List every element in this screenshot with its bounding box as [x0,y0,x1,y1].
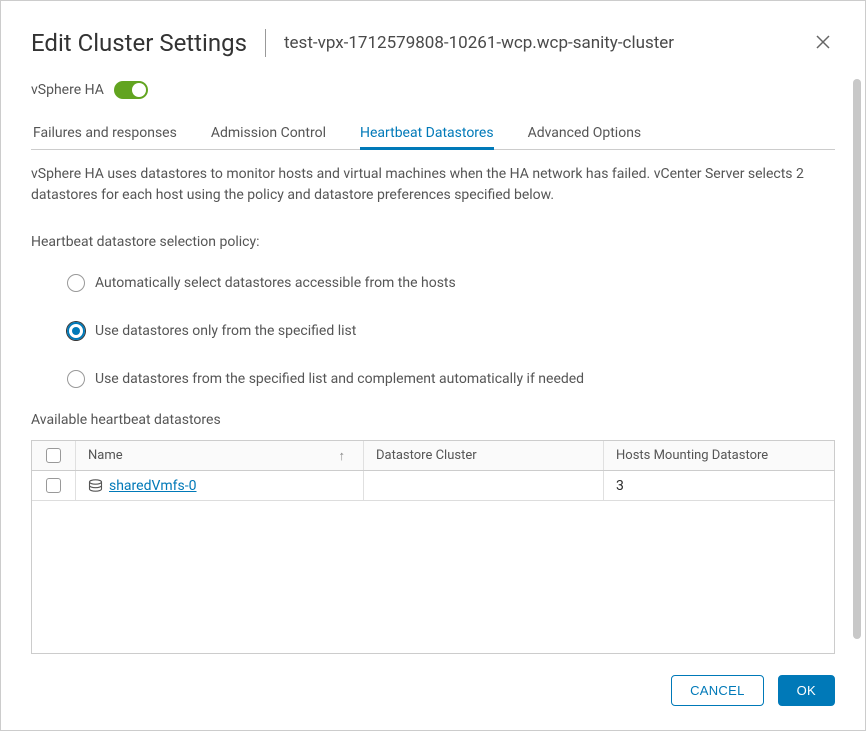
column-title: Hosts Mounting Datastore [616,448,768,463]
radio-option-auto[interactable]: Automatically select datastores accessib… [67,274,835,292]
radio-icon [67,274,85,292]
cancel-button[interactable]: CANCEL [671,675,764,706]
radio-option-complement[interactable]: Use datastores from the specified list a… [67,370,835,388]
column-cluster-header[interactable]: Datastore Cluster [364,441,604,470]
cell-value: 3 [616,478,624,494]
radio-label: Use datastores from the specified list a… [95,371,584,387]
datastore-link[interactable]: sharedVmfs-0 [109,478,197,494]
table-empty-area [32,501,834,653]
tab-heartbeat-datastores[interactable]: Heartbeat Datastores [360,117,494,149]
description-text: vSphere HA uses datastores to monitor ho… [31,164,835,206]
divider [265,29,266,57]
vsphere-ha-toggle[interactable] [114,81,148,99]
radio-icon [67,322,85,340]
table-row[interactable]: sharedVmfs-0 3 [32,471,834,501]
tab-bar: Failures and responses Admission Control… [31,117,835,150]
radio-option-specified[interactable]: Use datastores only from the specified l… [67,322,835,340]
policy-label: Heartbeat datastore selection policy: [31,234,835,250]
dialog-footer: CANCEL OK [31,655,835,730]
column-name-header[interactable]: Name ↑ [76,441,364,470]
policy-radio-group: Automatically select datastores accessib… [31,274,835,388]
tab-admission-control[interactable]: Admission Control [211,117,326,149]
dialog-title: Edit Cluster Settings [31,29,247,57]
dialog-header: Edit Cluster Settings test-vpx-171257980… [31,29,835,57]
sort-arrow-icon: ↑ [339,448,346,464]
radio-label: Use datastores only from the specified l… [95,323,356,339]
cluster-name: test-vpx-1712579808-10261-wcp.wcp-sanity… [284,33,674,53]
tab-advanced-options[interactable]: Advanced Options [528,117,642,149]
ok-button[interactable]: OK [778,675,835,706]
toggle-label: vSphere HA [31,82,104,98]
column-title: Name [88,448,123,463]
table-caption: Available heartbeat datastores [31,412,835,428]
row-checkbox[interactable] [46,478,61,493]
scrollbar[interactable] [853,79,861,639]
column-hosts-header[interactable]: Hosts Mounting Datastore [604,441,834,470]
tab-failures-responses[interactable]: Failures and responses [33,117,177,149]
radio-icon [67,370,85,388]
close-icon[interactable] [811,29,835,57]
vsphere-ha-toggle-row: vSphere HA [31,81,835,99]
select-all-checkbox[interactable] [46,448,61,463]
datastore-table: Name ↑ Datastore Cluster Hosts Mounting … [31,440,835,654]
radio-label: Automatically select datastores accessib… [95,275,456,291]
table-header-row: Name ↑ Datastore Cluster Hosts Mounting … [32,441,834,471]
column-title: Datastore Cluster [376,448,477,463]
datastore-icon [88,479,103,493]
